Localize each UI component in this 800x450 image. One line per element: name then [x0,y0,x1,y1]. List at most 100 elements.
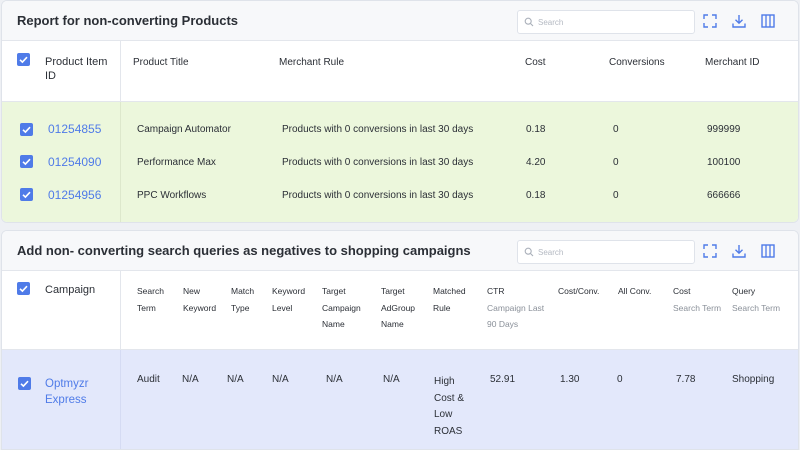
column-divider [120,350,121,449]
col-header-cost[interactable]: Cost Search Term [673,283,721,316]
header-line: CTR [487,286,505,296]
col-header-match-type[interactable]: Match Type [231,283,254,316]
header-line: Name [381,319,404,329]
merchant-id: 100100 [707,157,741,168]
rule-line: High [434,376,455,387]
cost: 0.18 [526,190,546,201]
header-line: Name [322,319,345,329]
select-all-checkbox[interactable] [17,53,30,66]
col-header-product-item-id[interactable]: Product Item ID [45,55,107,83]
columns-icon[interactable] [760,13,776,29]
cost-conv: 1.30 [560,374,580,385]
target-adgroup-name: N/A [383,374,400,385]
col-header-target-campaign-name[interactable]: Target Campaign Name [322,283,361,333]
column-divider [120,271,121,349]
table-header: Campaign Search Term New Keyword Match Type… [2,271,798,349]
columns-icon[interactable] [760,243,776,259]
rule-line: ROAS [434,425,463,437]
report-panel-negative-search-queries: Add non- converting search queries as ne… [1,230,799,450]
all-conv: 0 [617,374,623,385]
ctr: 52.91 [490,374,516,385]
header-line: New [183,286,201,296]
cost: 0.18 [526,124,546,135]
cost: 4.20 [526,157,546,168]
rule-line: Low [434,409,453,420]
check-icon [22,158,31,166]
panel-header: Add non- converting search queries as ne… [2,231,798,271]
matched-rule: High Cost & Low ROAS [434,374,464,440]
merchant-rule: Products with 0 conversions in last 30 d… [282,190,474,201]
col-header-matched-rule[interactable]: Matched Rule [433,283,466,316]
header-subline: Campaign Last [487,302,545,313]
select-all-checkbox[interactable] [17,282,30,295]
match-type: N/A [227,374,244,385]
search-input[interactable] [538,14,688,30]
header-line: ID [45,70,56,82]
header-line: Campaign [322,302,361,313]
new-keyword: N/A [182,374,199,385]
check-icon [20,380,29,388]
download-icon[interactable] [731,13,747,29]
table-body: Optmyzr Express Audit N/A N/A N/A N/A N/A… [2,349,798,449]
header-line: Matched [433,286,466,296]
expand-icon[interactable] [702,243,718,259]
row-checkbox[interactable] [18,377,31,390]
col-header-ctr[interactable]: CTR Campaign Last 90 Days [487,283,544,333]
search-icon [524,17,534,27]
row-checkbox[interactable] [20,123,33,136]
report-panel-non-converting-products: Report for non-converting Products Produ… [1,0,799,223]
header-line: Search [137,286,164,296]
col-header-campaign[interactable]: Campaign [45,284,95,296]
header-line: Level [272,302,293,313]
conversions: 0 [613,190,619,201]
panel-title: Add non- converting search queries as ne… [17,243,471,258]
merchant-id: 999999 [707,124,741,135]
check-icon [22,191,31,199]
col-header-new-keyword[interactable]: New Keyword [183,283,216,316]
col-header-cost[interactable]: Cost [525,57,546,68]
header-line: Product Item [45,56,108,68]
product-id-link[interactable]: 01254956 [48,188,101,202]
header-line: Keyword [272,286,306,296]
col-header-search-term[interactable]: Search Term [137,283,164,316]
header-line: Query [732,286,756,296]
header-subline: Search Term [732,302,781,313]
col-header-merchant-rule[interactable]: Merchant Rule [279,57,344,68]
search-icon [524,247,534,257]
header-line: Target [381,286,405,296]
search-box[interactable] [517,240,695,264]
query: Shopping [732,374,775,385]
product-id-link[interactable]: 01254855 [48,122,101,136]
panel-header: Report for non-converting Products [2,1,798,41]
panel-title: Report for non-converting Products [17,13,238,28]
merchant-rule: Products with 0 conversions in last 30 d… [282,124,474,135]
header-line: Target [322,286,346,296]
col-header-keyword-level[interactable]: Keyword Level [272,283,305,316]
col-header-all-conv[interactable]: All Conv. [618,283,651,300]
header-line: AdGroup [381,302,416,313]
cost: 7.78 [676,374,696,385]
conversions: 0 [613,157,619,168]
merchant-rule: Products with 0 conversions in last 30 d… [282,157,474,168]
header-line: Term [137,302,156,313]
merchant-id: 666666 [707,190,741,201]
download-icon[interactable] [731,243,747,259]
col-header-product-title[interactable]: Product Title [133,57,189,68]
table-body: 01254855 Campaign Automator Products wit… [2,101,798,222]
col-header-conversions[interactable]: Conversions [609,57,665,68]
campaign-line: Express [45,394,87,406]
col-header-target-adgroup-name[interactable]: Target AdGroup Name [381,283,415,333]
search-input[interactable] [538,244,688,260]
campaign-link[interactable]: Optmyzr Express [45,376,88,408]
expand-icon[interactable] [702,13,718,29]
row-checkbox[interactable] [20,155,33,168]
header-line: Cost [673,286,691,296]
check-icon [22,126,31,134]
product-id-link[interactable]: 01254090 [48,155,101,169]
search-box[interactable] [517,10,695,34]
col-header-merchant-id[interactable]: Merchant ID [705,57,759,68]
row-checkbox[interactable] [20,188,33,201]
col-header-query[interactable]: Query Search Term [732,283,780,316]
column-divider [120,41,121,101]
col-header-cost-conv[interactable]: Cost/Conv. [558,283,599,300]
